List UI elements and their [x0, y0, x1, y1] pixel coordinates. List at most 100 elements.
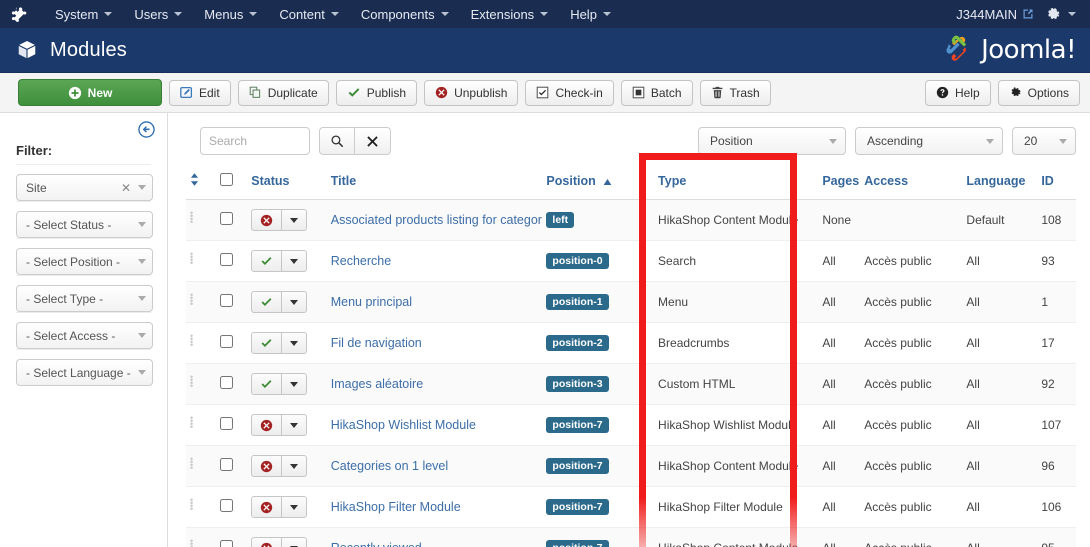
menu-content[interactable]: Content: [268, 3, 350, 26]
row-checkbox-cell[interactable]: [215, 445, 248, 487]
row-drag-handle[interactable]: ••••: [186, 527, 216, 547]
unpublish-status-icon[interactable]: [251, 414, 283, 436]
filter-site-select[interactable]: Site ✕: [16, 174, 153, 201]
row-checkbox-cell[interactable]: [215, 527, 248, 547]
list-limit-select[interactable]: 20: [1012, 127, 1076, 155]
row-checkbox[interactable]: [219, 540, 233, 547]
row-drag-handle[interactable]: ••••: [186, 404, 216, 446]
unpublish-status-icon[interactable]: [251, 537, 283, 547]
module-title-link[interactable]: Recherche: [331, 254, 391, 268]
module-title-link[interactable]: Fil de navigation: [331, 336, 422, 350]
menu-menus[interactable]: Menus: [193, 3, 268, 26]
filter-position-select[interactable]: - Select Position -: [16, 248, 153, 275]
select-all-checkbox[interactable]: [219, 173, 233, 186]
header-position[interactable]: Position: [542, 165, 641, 200]
menu-system[interactable]: System: [44, 3, 123, 26]
search-submit-button[interactable]: [319, 127, 355, 155]
batch-button[interactable]: Batch: [620, 79, 693, 106]
row-drag-handle[interactable]: ••••: [186, 199, 216, 241]
unpublish-status-icon[interactable]: [251, 496, 283, 518]
menu-extensions[interactable]: Extensions: [460, 3, 560, 26]
header-access[interactable]: Access: [860, 165, 963, 200]
module-title-link[interactable]: HikaShop Filter Module: [331, 500, 461, 514]
unpublish-status-icon[interactable]: [251, 455, 283, 477]
unpublish-status-icon[interactable]: [251, 209, 283, 231]
filter-language-select[interactable]: - Select Language -: [16, 359, 153, 386]
duplicate-button[interactable]: Duplicate: [237, 79, 329, 106]
module-title-link[interactable]: Associated products listing for category: [331, 213, 543, 227]
module-title-link[interactable]: Images aléatoire: [331, 377, 423, 391]
status-dropdown-button[interactable]: [282, 414, 308, 436]
sort-field-select[interactable]: Position: [698, 127, 846, 155]
row-checkbox[interactable]: [219, 376, 233, 389]
row-checkbox[interactable]: [219, 458, 233, 471]
row-checkbox-cell[interactable]: [215, 199, 248, 241]
new-button[interactable]: New: [18, 79, 162, 106]
joomla-logo-icon[interactable]: [8, 3, 30, 25]
search-clear-button[interactable]: [355, 127, 391, 155]
arrow-left-circle-icon[interactable]: [138, 121, 155, 138]
close-icon[interactable]: ✕: [121, 181, 131, 195]
header-pages[interactable]: Pages: [810, 165, 861, 200]
header-ordering[interactable]: [186, 165, 216, 200]
header-language[interactable]: Language: [962, 165, 1038, 200]
unpublish-button[interactable]: Unpublish: [424, 79, 519, 106]
trash-button[interactable]: Trash: [699, 79, 771, 106]
header-id[interactable]: ID: [1037, 165, 1076, 200]
row-checkbox[interactable]: [219, 417, 233, 430]
filter-status-select[interactable]: - Select Status -: [16, 211, 153, 238]
status-dropdown-button[interactable]: [282, 209, 308, 231]
row-checkbox[interactable]: [219, 253, 233, 266]
module-title-link[interactable]: Menu principal: [331, 295, 412, 309]
header-checkall[interactable]: [215, 165, 248, 200]
status-dropdown-button[interactable]: [282, 332, 308, 354]
module-title-link[interactable]: Categories on 1 level: [331, 459, 448, 473]
row-checkbox[interactable]: [219, 335, 233, 348]
row-checkbox-cell[interactable]: [215, 486, 248, 528]
row-checkbox[interactable]: [219, 294, 233, 307]
row-drag-handle[interactable]: ••••: [186, 240, 216, 282]
header-status[interactable]: Status: [247, 165, 327, 200]
row-drag-handle[interactable]: ••••: [186, 363, 216, 405]
publish-status-icon[interactable]: [251, 332, 283, 354]
filter-access-select[interactable]: - Select Access -: [16, 322, 153, 349]
row-access-cell: Accès public: [860, 527, 963, 547]
row-checkbox-cell[interactable]: [215, 281, 248, 323]
row-checkbox-cell[interactable]: [215, 404, 248, 446]
filter-type-select[interactable]: - Select Type -: [16, 285, 153, 312]
menu-users[interactable]: Users: [123, 3, 193, 26]
row-checkbox-cell[interactable]: [215, 322, 248, 364]
status-dropdown-button[interactable]: [282, 537, 308, 547]
row-drag-handle[interactable]: ••••: [186, 281, 216, 323]
site-link[interactable]: J344MAIN: [956, 7, 1034, 22]
checkin-button[interactable]: Check-in: [525, 79, 614, 106]
header-type[interactable]: Type: [640, 165, 811, 200]
menu-help[interactable]: Help: [559, 3, 622, 26]
row-drag-handle[interactable]: ••••: [186, 322, 216, 364]
row-checkbox[interactable]: [219, 212, 233, 225]
publish-status-icon[interactable]: [251, 291, 283, 313]
row-checkbox-cell[interactable]: [215, 240, 248, 282]
edit-button[interactable]: Edit: [169, 79, 231, 106]
publish-button[interactable]: Publish: [335, 79, 418, 106]
row-drag-handle[interactable]: ••••: [186, 486, 216, 528]
header-title[interactable]: Title: [326, 165, 543, 200]
module-title-link[interactable]: HikaShop Wishlist Module: [331, 418, 476, 432]
module-title-link[interactable]: Recently viewed: [331, 541, 422, 547]
row-drag-handle[interactable]: ••••: [186, 445, 216, 487]
search-input[interactable]: [200, 127, 310, 155]
options-button[interactable]: Options: [997, 79, 1080, 106]
row-checkbox[interactable]: [219, 499, 233, 512]
help-button[interactable]: Help: [924, 79, 991, 106]
status-dropdown-button[interactable]: [282, 250, 308, 272]
status-dropdown-button[interactable]: [282, 496, 308, 518]
status-dropdown-button[interactable]: [282, 455, 308, 477]
publish-status-icon[interactable]: [251, 250, 283, 272]
status-dropdown-button[interactable]: [282, 373, 308, 395]
admin-settings-button[interactable]: [1046, 7, 1076, 22]
status-dropdown-button[interactable]: [282, 291, 308, 313]
row-checkbox-cell[interactable]: [215, 363, 248, 405]
menu-components[interactable]: Components: [350, 3, 460, 26]
publish-status-icon[interactable]: [251, 373, 283, 395]
sort-direction-select[interactable]: Ascending: [855, 127, 1003, 155]
